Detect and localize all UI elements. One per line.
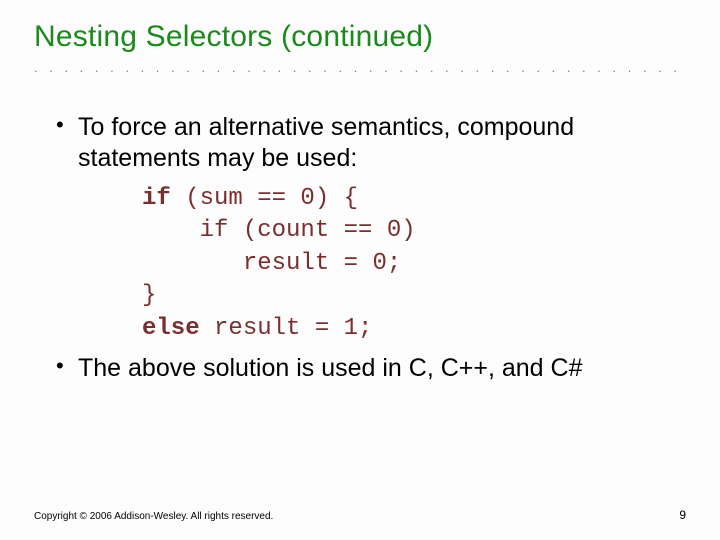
slide-title: Nesting Selectors (continued)	[34, 20, 686, 54]
page-number: 9	[679, 508, 686, 522]
code-keyword-else: else	[142, 315, 200, 342]
code-keyword-if: if	[142, 185, 171, 212]
code-line: result = 0;	[142, 250, 401, 277]
code-line: }	[142, 282, 156, 309]
bullet-item: The above solution is used in C, C++, an…	[56, 353, 686, 384]
bullet-text: To force an alternative semantics, compo…	[78, 113, 574, 172]
slide: Nesting Selectors (continued) . . . . . …	[0, 0, 720, 540]
code-line: (sum == 0) {	[171, 185, 358, 212]
code-line: result = 1;	[200, 315, 373, 342]
code-block: if (sum == 0) { if (count == 0) result =…	[142, 183, 686, 345]
bullet-item: To force an alternative semantics, compo…	[56, 112, 686, 345]
title-underline-dots: . . . . . . . . . . . . . . . . . . . . …	[34, 60, 686, 76]
bullet-text: The above solution is used in C, C++, an…	[78, 354, 582, 382]
code-line: if (count == 0)	[142, 217, 416, 244]
bullet-list: To force an alternative semantics, compo…	[34, 112, 686, 383]
copyright-footer: Copyright © 2006 Addison-Wesley. All rig…	[34, 511, 273, 522]
